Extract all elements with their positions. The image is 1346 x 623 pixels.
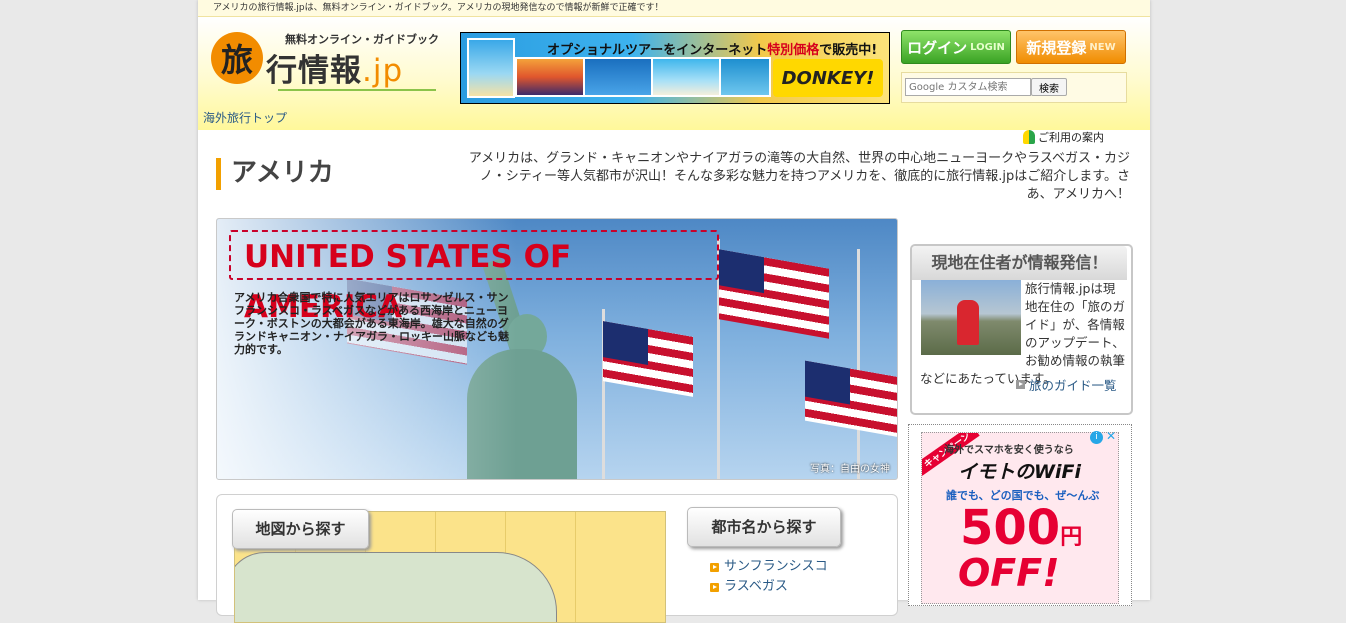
register-sub-label: NEW	[1089, 41, 1116, 53]
site-header: 旅 無料オンライン・ガイドブック 行情報.jp 海外旅行トップ オプショナルツア…	[198, 17, 1150, 144]
ad-headline: 海外でスマホを安く使うなら	[944, 445, 1074, 456]
tab-search-by-city[interactable]: 都市名から探す	[687, 507, 841, 547]
search-input[interactable]	[905, 78, 1031, 96]
hero-image: UNITED STATES OF AMERICA アメリカ合衆国で特に人気エリア…	[216, 218, 898, 480]
banner-photo-resort	[651, 57, 721, 97]
search-panel: 地図から探す 都市名から探す サンフランシスコ ラスベガス	[216, 494, 898, 623]
ad-currency: 円	[1060, 525, 1083, 550]
register-button[interactable]: 新規登録 NEW	[1016, 30, 1126, 64]
login-label: ログイン	[907, 38, 968, 57]
banner-photo-sunset	[515, 57, 585, 97]
usage-guide-label: ご利用の案内	[1038, 131, 1104, 144]
usage-guide-link[interactable]: ご利用の案内	[1023, 129, 1104, 145]
resident-text-wrap: 旅行情報.jpは現地在住の「旅のガイド」が、各情報のアップデート、お勧め情報の執…	[920, 280, 1126, 388]
wifi-ad-banner[interactable]: キャンペーン 海外でスマホを安く使うなら イモトのWiFi 誰でも、どの国でも、…	[921, 432, 1119, 604]
page-container: アメリカの旅行情報.jpは、無料オンライン・ガイドブック。アメリカの現地発信なの…	[198, 0, 1150, 623]
arrow-bullet-icon	[710, 582, 719, 592]
logo-main-text: 行情報	[266, 53, 362, 89]
flagpole	[857, 249, 860, 479]
us-landmass	[235, 552, 557, 622]
search-button[interactable]: 検索	[1031, 78, 1067, 96]
city-label: サンフランシスコ	[724, 559, 828, 574]
guide-list-label: 旅のガイド一覧	[1029, 378, 1117, 393]
photo-caption: 写真：自由の女神	[810, 464, 890, 475]
us-flag	[805, 360, 897, 438]
donkey-brand-logo: DONKEY!	[773, 59, 883, 97]
register-label: 新規登録	[1026, 38, 1087, 57]
map-gridline	[575, 512, 576, 622]
arrow-bullet-icon	[710, 562, 719, 572]
resident-title: 現地在住者が情報発信！	[912, 246, 1127, 280]
guide-list-link[interactable]: 旅のガイド一覧	[1016, 375, 1117, 394]
adchoices-icon[interactable]: i	[1090, 431, 1103, 444]
overseas-travel-top-link[interactable]: 海外旅行トップ	[203, 109, 287, 126]
us-flag	[603, 321, 693, 397]
search-box: 検索	[901, 72, 1127, 103]
photo-spacer	[920, 280, 1025, 356]
tour-banner[interactable]: オプショナルツアーをインターネット特別価格で販売中! DONKEY!	[460, 32, 890, 104]
advertisement: キャンペーン 海外でスマホを安く使うなら イモトのWiFi 誰でも、どの国でも、…	[908, 424, 1132, 606]
login-sub-label: LOGIN	[970, 41, 1005, 53]
logo-kanji[interactable]: 旅	[211, 32, 263, 84]
ad-amount: 500	[960, 500, 1061, 556]
page-title: アメリカ	[216, 158, 334, 190]
banner-text-pre: オプショナルツアーをインターネット	[547, 43, 768, 58]
banner-photo-lagoon	[719, 57, 771, 97]
hero-title: UNITED STATES OF AMERICA	[229, 230, 719, 325]
logo-underline	[278, 89, 436, 91]
city-label: ラスベガス	[724, 579, 788, 594]
banner-text-highlight: 特別価格	[767, 43, 820, 58]
login-button[interactable]: ログイン LOGIN	[901, 30, 1011, 64]
banner-text-post: で販売中!	[819, 43, 878, 58]
ad-brand: イモトのWiFi	[958, 461, 1081, 483]
ad-off-label: OFF!	[958, 551, 1060, 595]
banner-photo-beach	[467, 38, 515, 98]
banner-headline: オプショナルツアーをインターネット特別価格で販売中!	[547, 39, 877, 58]
close-icon[interactable]: ✕	[1106, 429, 1116, 443]
city-link-las-vegas[interactable]: ラスベガス	[710, 577, 828, 597]
resident-guide-box: 現地在住者が情報発信！ 旅行情報.jpは現地在住の「旅のガイド」が、各情報のアッ…	[910, 244, 1133, 415]
beginner-leaf-icon	[1023, 130, 1035, 144]
arrow-bullet-icon	[1016, 380, 1025, 389]
banner-photo-sea	[583, 57, 653, 97]
logo-text[interactable]: 行情報.jp	[266, 45, 403, 90]
hero-description: アメリカ合衆国で特に人気エリアはロサンゼルス・サンフランシスコ・ラスベガスなどが…	[234, 291, 509, 356]
us-flag	[719, 249, 829, 339]
tab-search-by-map[interactable]: 地図から探す	[232, 509, 369, 549]
page-intro: アメリカは、グランド・キャニオンやナイアガラの滝等の大自然、世界の中心地ニューヨ…	[468, 151, 1130, 202]
top-tagline: アメリカの旅行情報.jpは、無料オンライン・ガイドブック。アメリカの現地発信なの…	[198, 0, 1150, 17]
city-link-san-francisco[interactable]: サンフランシスコ	[710, 557, 828, 577]
city-list: サンフランシスコ ラスベガス	[710, 557, 828, 597]
logo-tld: .jp	[362, 53, 404, 89]
